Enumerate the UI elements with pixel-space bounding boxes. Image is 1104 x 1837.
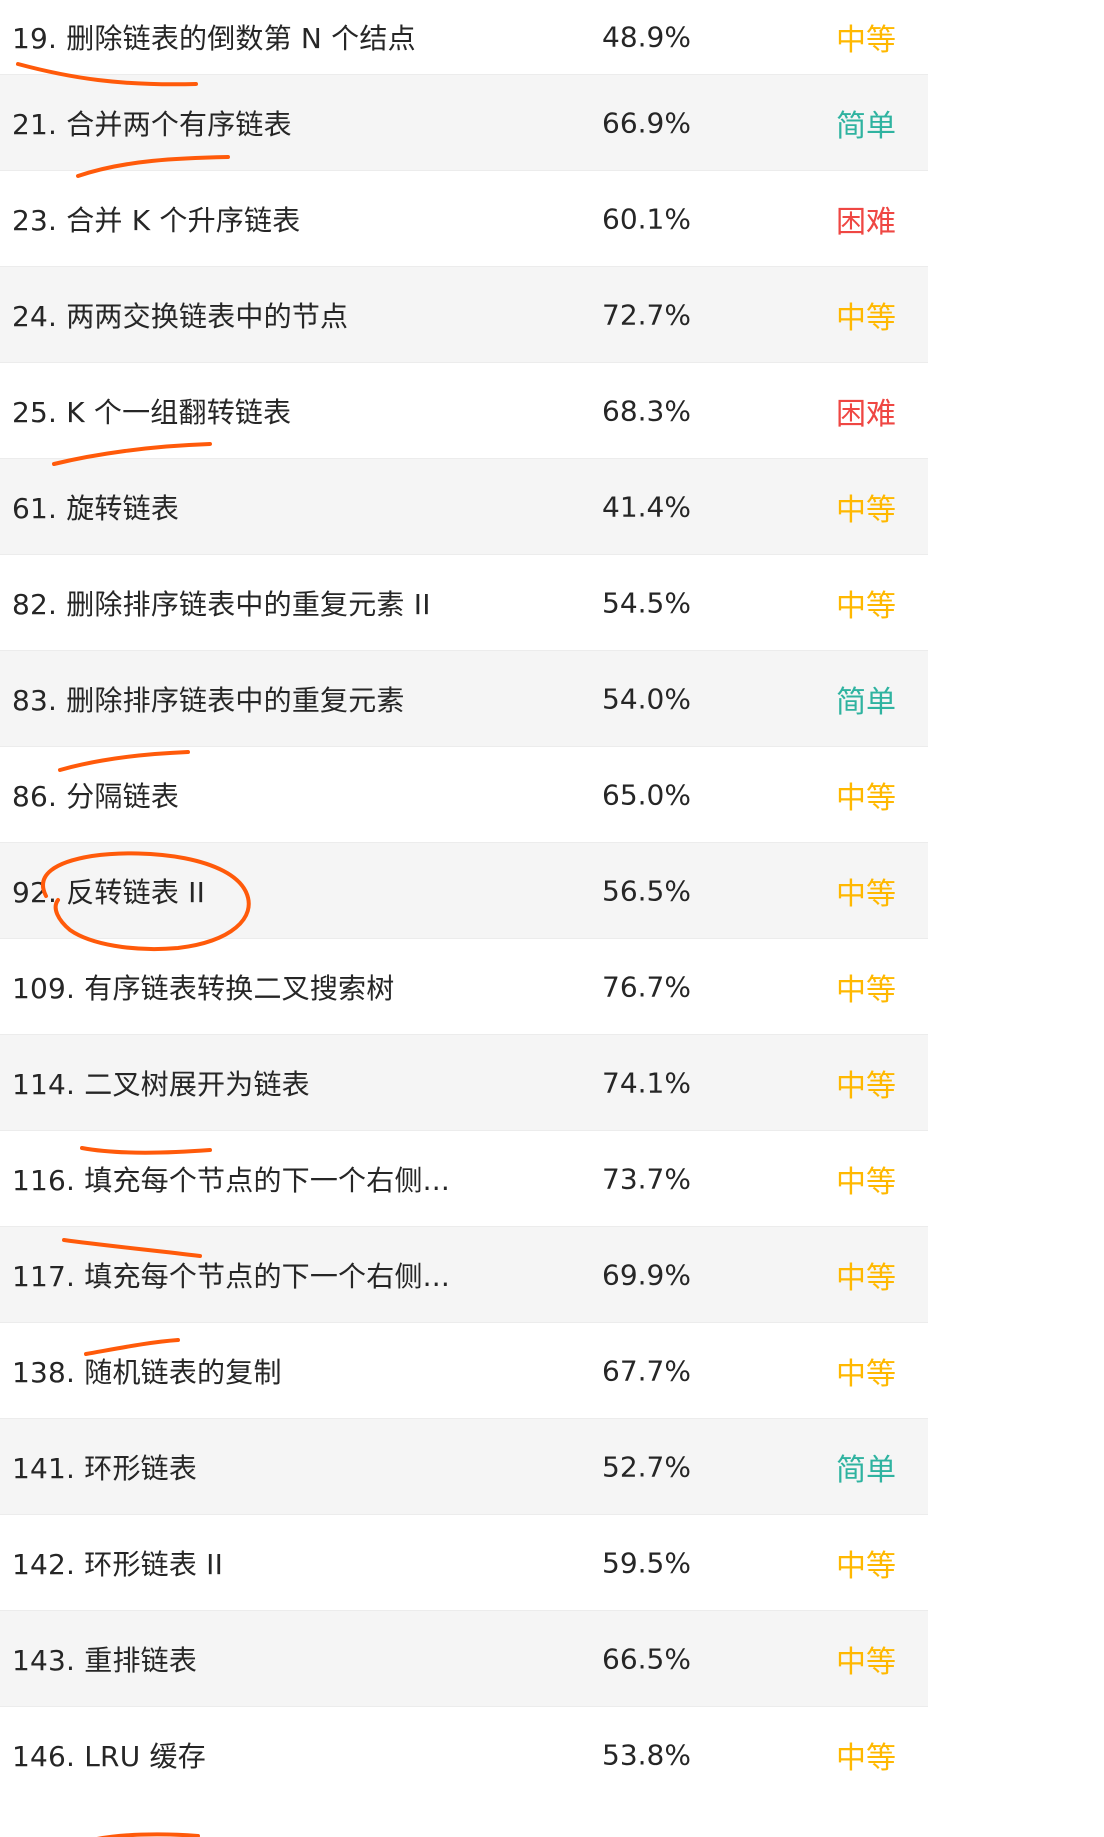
problem-title[interactable]: 143. 重排链表 (12, 1639, 197, 1679)
problem-title[interactable]: 138. 随机链表的复制 (12, 1351, 282, 1391)
difficulty-badge: 简单 (836, 108, 896, 144)
problem-title[interactable]: 83. 删除排序链表中的重复元素 (12, 679, 405, 719)
difficulty-badge: 中等 (836, 972, 896, 1008)
difficulty-badge: 困难 (836, 204, 896, 240)
problem-row[interactable]: 143. 重排链表 66.5% 中等 (0, 1610, 928, 1706)
problem-title[interactable]: 116. 填充每个节点的下一个右侧... (12, 1159, 450, 1199)
problem-row[interactable]: 83. 删除排序链表中的重复元素 54.0% 简单 (0, 650, 928, 746)
acceptance-rate: 59.5% (602, 1546, 691, 1579)
problem-title[interactable]: 21. 合并两个有序链表 (12, 103, 292, 143)
problem-title[interactable]: 23. 合并 K 个升序链表 (12, 199, 300, 239)
acceptance-rate: 60.1% (602, 202, 691, 235)
acceptance-rate: 72.7% (602, 298, 691, 331)
difficulty-badge: 中等 (836, 1356, 896, 1392)
problem-row[interactable]: 24. 两两交换链表中的节点 72.7% 中等 (0, 266, 928, 362)
acceptance-rate: 54.0% (602, 682, 691, 715)
problem-title[interactable]: 19. 删除链表的倒数第 N 个结点 (12, 17, 416, 57)
problem-title[interactable]: 117. 填充每个节点的下一个右侧... (12, 1255, 450, 1295)
difficulty-badge: 中等 (836, 588, 896, 624)
problem-row[interactable]: 19. 删除链表的倒数第 N 个结点 48.9% 中等 (0, 0, 928, 74)
difficulty-badge: 中等 (836, 876, 896, 912)
problem-title[interactable]: 61. 旋转链表 (12, 487, 179, 527)
problem-row[interactable]: 25. K 个一组翻转链表 68.3% 困难 (0, 362, 928, 458)
problem-title[interactable]: 86. 分隔链表 (12, 775, 179, 815)
problem-title[interactable]: 146. LRU 缓存 (12, 1735, 206, 1775)
problem-title[interactable]: 24. 两两交换链表中的节点 (12, 295, 348, 335)
acceptance-rate: 66.5% (602, 1642, 691, 1675)
acceptance-rate: 52.7% (602, 1450, 691, 1483)
acceptance-rate: 76.7% (602, 970, 691, 1003)
difficulty-badge: 中等 (836, 1548, 896, 1584)
problem-title[interactable]: 142. 环形链表 II (12, 1543, 223, 1583)
problem-row[interactable]: 82. 删除排序链表中的重复元素 II 54.5% 中等 (0, 554, 928, 650)
problem-row[interactable]: 142. 环形链表 II 59.5% 中等 (0, 1514, 928, 1610)
problem-title[interactable]: 109. 有序链表转换二叉搜索树 (12, 967, 394, 1007)
problem-title[interactable]: 114. 二叉树展开为链表 (12, 1063, 310, 1103)
acceptance-rate: 68.3% (602, 394, 691, 427)
acceptance-rate: 54.5% (602, 586, 691, 619)
problem-row[interactable]: 21. 合并两个有序链表 66.9% 简单 (0, 74, 928, 170)
problem-row[interactable]: 109. 有序链表转换二叉搜索树 76.7% 中等 (0, 938, 928, 1034)
problem-row[interactable]: 138. 随机链表的复制 67.7% 中等 (0, 1322, 928, 1418)
problem-row[interactable]: 92. 反转链表 II 56.5% 中等 (0, 842, 928, 938)
problem-row[interactable]: 61. 旋转链表 41.4% 中等 (0, 458, 928, 554)
problem-row[interactable]: 117. 填充每个节点的下一个右侧... 69.9% 中等 (0, 1226, 928, 1322)
acceptance-rate: 66.9% (602, 106, 691, 139)
problem-list-page: 19. 删除链表的倒数第 N 个结点 48.9% 中等 21. 合并两个有序链表… (0, 0, 1104, 1837)
difficulty-badge: 中等 (836, 1644, 896, 1680)
difficulty-badge: 中等 (836, 23, 896, 58)
problem-row[interactable]: 146. LRU 缓存 53.8% 中等 (0, 1706, 928, 1802)
difficulty-badge: 困难 (836, 396, 896, 432)
problem-row[interactable]: 86. 分隔链表 65.0% 中等 (0, 746, 928, 842)
difficulty-badge: 中等 (836, 1740, 896, 1776)
problem-title[interactable]: 141. 环形链表 (12, 1447, 197, 1487)
problem-row[interactable]: 116. 填充每个节点的下一个右侧... 73.7% 中等 (0, 1130, 928, 1226)
problem-title[interactable]: 25. K 个一组翻转链表 (12, 391, 291, 431)
acceptance-rate: 53.8% (602, 1738, 691, 1771)
problem-row[interactable]: 114. 二叉树展开为链表 74.1% 中等 (0, 1034, 928, 1130)
acceptance-rate: 65.0% (602, 778, 691, 811)
difficulty-badge: 中等 (836, 300, 896, 336)
difficulty-badge: 中等 (836, 1068, 896, 1104)
problem-row[interactable]: 141. 环形链表 52.7% 简单 (0, 1418, 928, 1514)
acceptance-rate: 74.1% (602, 1066, 691, 1099)
acceptance-rate: 48.9% (602, 20, 691, 54)
problem-row[interactable]: 23. 合并 K 个升序链表 60.1% 困难 (0, 170, 928, 266)
acceptance-rate: 73.7% (602, 1162, 691, 1195)
problem-list: 19. 删除链表的倒数第 N 个结点 48.9% 中等 21. 合并两个有序链表… (0, 0, 928, 1802)
problem-title[interactable]: 92. 反转链表 II (12, 871, 205, 911)
problem-title[interactable]: 82. 删除排序链表中的重复元素 II (12, 583, 431, 623)
acceptance-rate: 41.4% (602, 490, 691, 523)
difficulty-badge: 中等 (836, 780, 896, 816)
difficulty-badge: 简单 (836, 684, 896, 720)
difficulty-badge: 中等 (836, 1164, 896, 1200)
acceptance-rate: 69.9% (602, 1258, 691, 1291)
difficulty-badge: 中等 (836, 492, 896, 528)
difficulty-badge: 简单 (836, 1452, 896, 1488)
acceptance-rate: 67.7% (602, 1354, 691, 1387)
acceptance-rate: 56.5% (602, 874, 691, 907)
difficulty-badge: 中等 (836, 1260, 896, 1296)
